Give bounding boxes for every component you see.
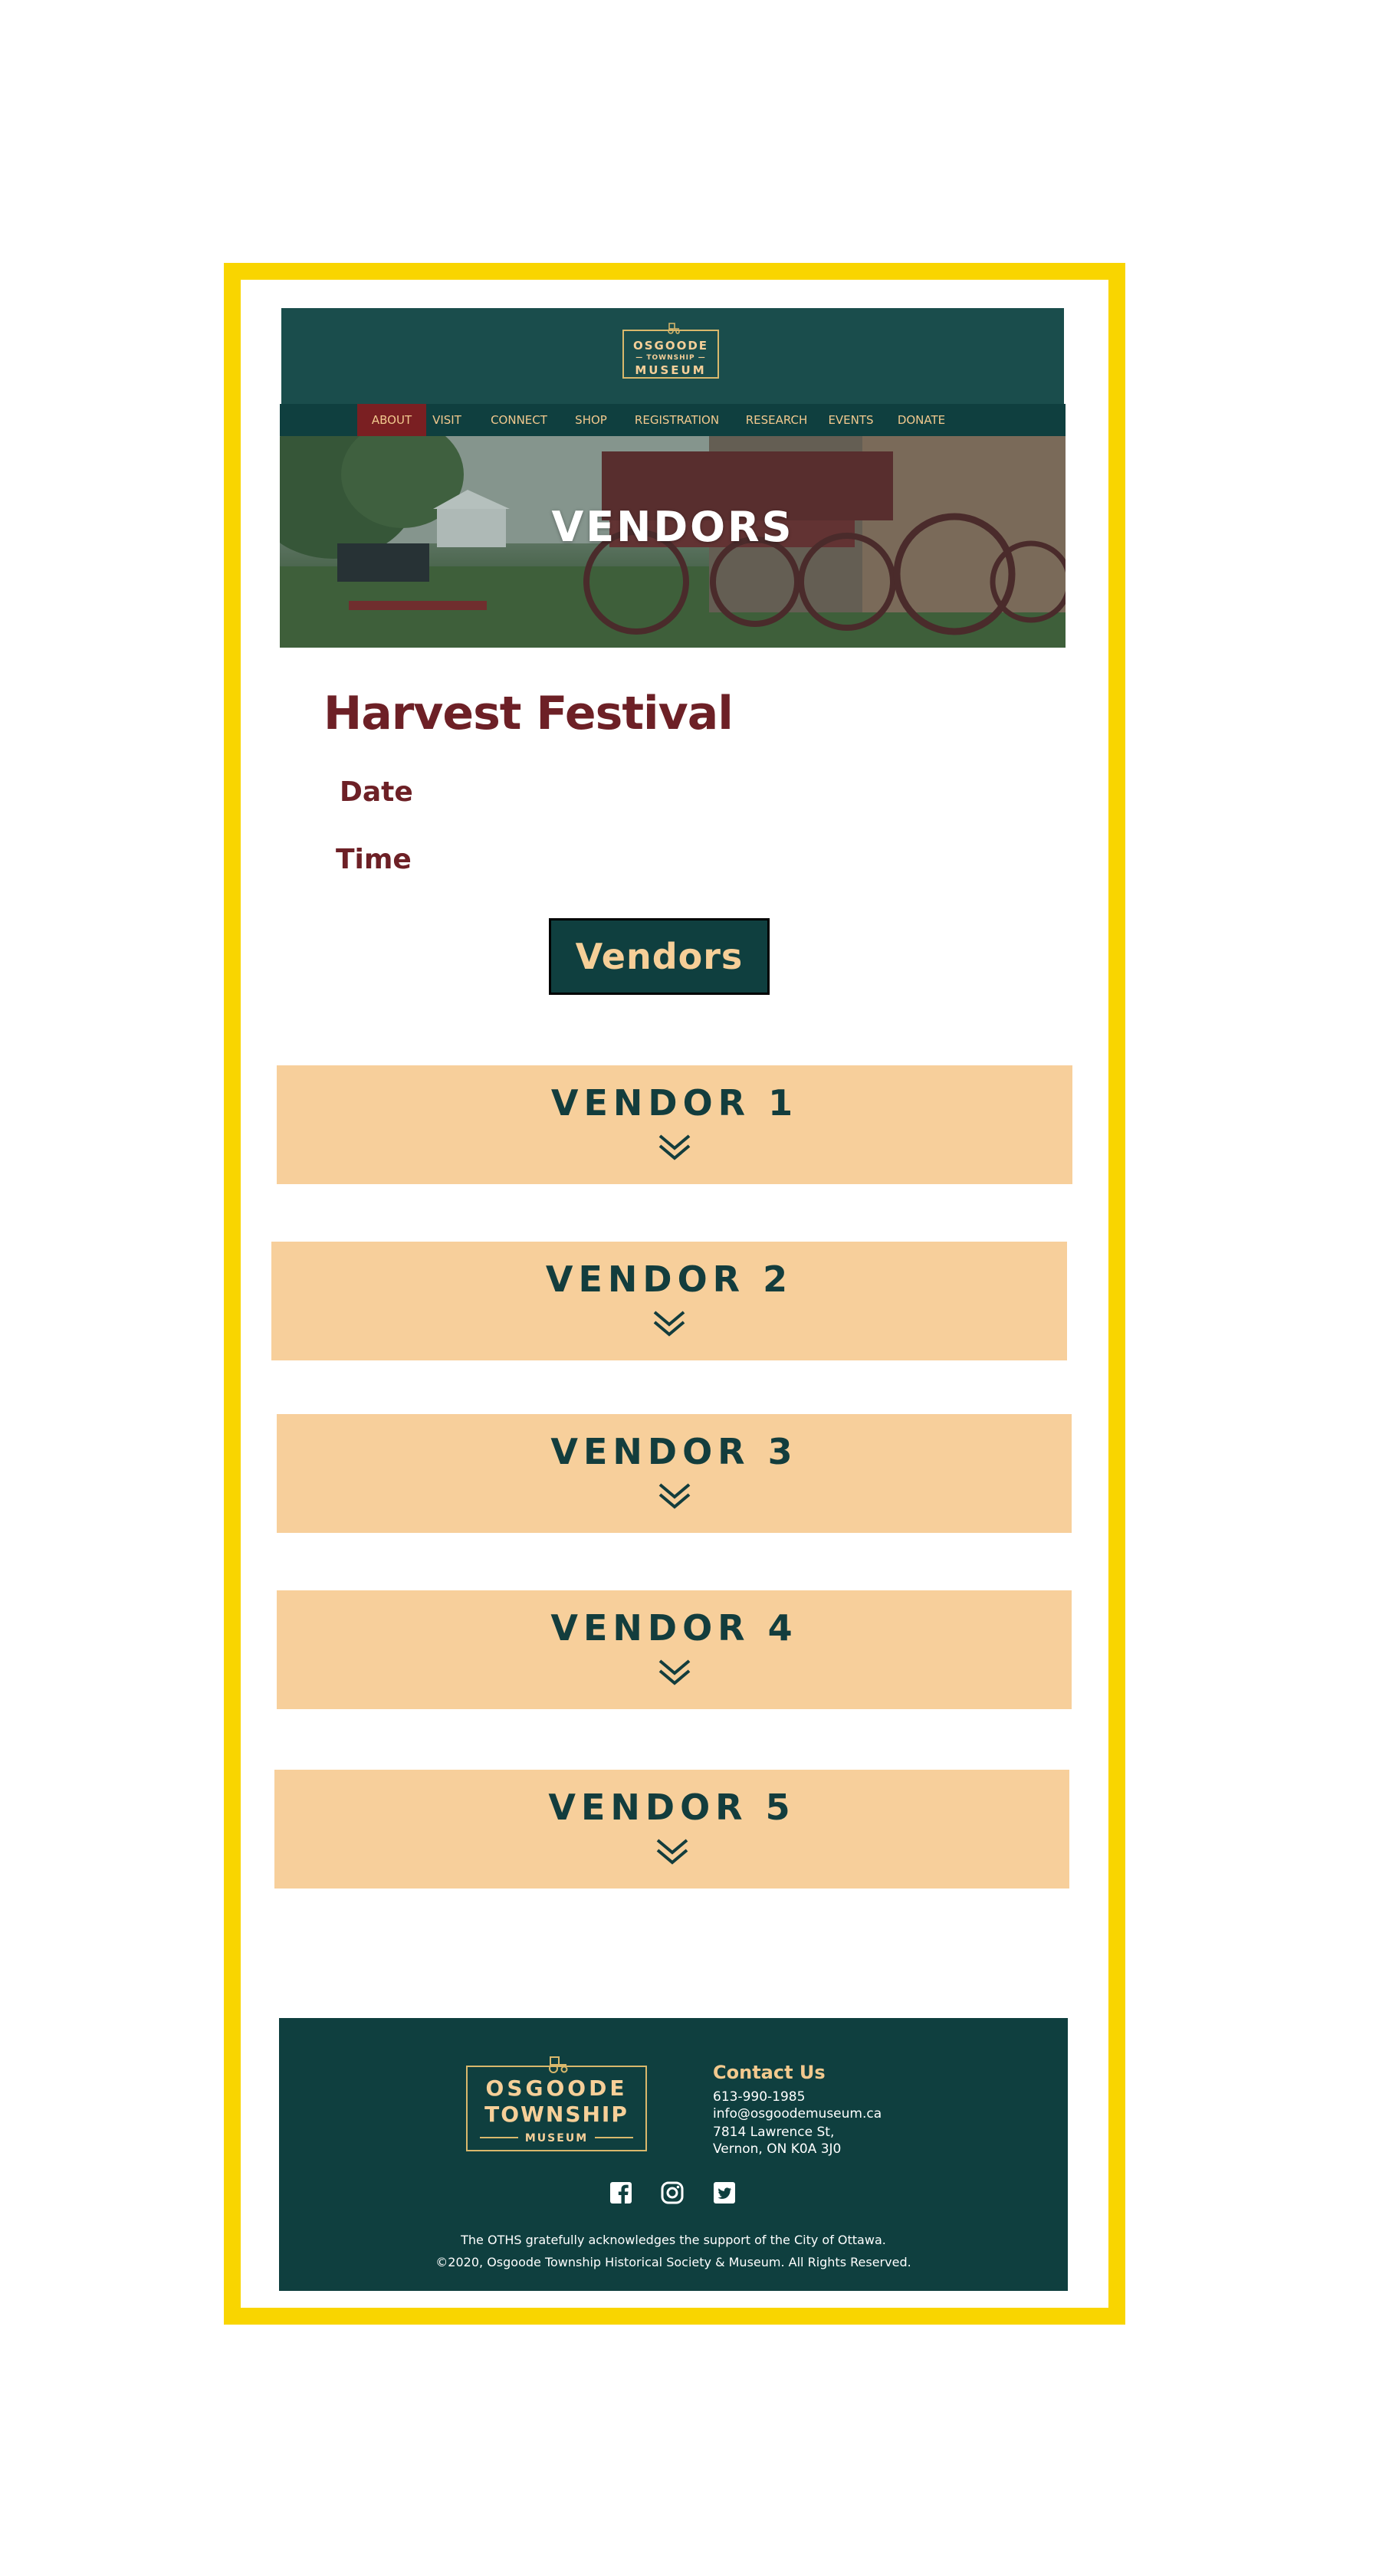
main-nav: ABOUT VISIT CONNECT SHOP REGISTRATION RE…: [280, 404, 1066, 436]
vendor-panel-4[interactable]: VENDOR 4: [277, 1590, 1072, 1709]
event-title: Harvest Festival: [323, 687, 734, 740]
contact-address-line-1: 7814 Lawrence St,: [713, 2125, 835, 2140]
contact-email[interactable]: info@osgoodemuseum.ca: [713, 2106, 882, 2122]
contact-phone[interactable]: 613-990-1985: [713, 2089, 805, 2105]
site-footer: OSGOODE TOWNSHIP MUSEUM Contact Us 613-9…: [279, 2018, 1068, 2291]
logo-rule: [480, 2137, 518, 2138]
footer-logo-line-1: OSGOODE: [485, 2076, 628, 2101]
vendor-panel-3[interactable]: VENDOR 3: [277, 1414, 1072, 1533]
chevron-down-icon: [658, 1483, 690, 1509]
facebook-icon[interactable]: [609, 2181, 632, 2204]
nav-item-about[interactable]: ABOUT: [357, 404, 426, 436]
chevron-down-icon: [656, 1839, 688, 1865]
contact-title: Contact Us: [713, 2062, 826, 2083]
logo-line-3: MUSEUM: [635, 363, 707, 377]
vendor-panel-2[interactable]: VENDOR 2: [271, 1242, 1067, 1360]
site-header: OSGOODE — TOWNSHIP — MUSEUM: [281, 308, 1064, 404]
hero-banner: VENDORS: [280, 436, 1066, 648]
instagram-icon[interactable]: [661, 2181, 684, 2204]
vendor-label: VENDOR 5: [548, 1787, 796, 1828]
chevron-down-icon: [653, 1311, 685, 1337]
tractor-icon: [549, 2056, 568, 2073]
footer-logo-line-3: MUSEUM: [524, 2132, 589, 2144]
footer-logo[interactable]: OSGOODE TOWNSHIP MUSEUM: [466, 2056, 647, 2151]
logo-line-1: OSGOODE: [632, 339, 709, 353]
logo-line-2: — TOWNSHIP —: [635, 354, 706, 362]
vendor-label: VENDOR 4: [550, 1607, 798, 1649]
chevron-down-icon: [658, 1659, 690, 1685]
nav-item-donate[interactable]: DONATE: [893, 404, 950, 436]
nav-item-shop[interactable]: SHOP: [570, 404, 612, 436]
vendor-panel-1[interactable]: VENDOR 1: [277, 1065, 1072, 1184]
vendor-label: VENDOR 3: [550, 1431, 798, 1472]
nav-item-visit[interactable]: VISIT: [429, 404, 465, 436]
vendors-button[interactable]: Vendors: [549, 918, 770, 995]
logo-rule: [595, 2137, 633, 2138]
acknowledgement-text: The OTHS gratefully acknowledges the sup…: [461, 2233, 886, 2247]
museum-logo[interactable]: OSGOODE — TOWNSHIP — MUSEUM: [622, 323, 719, 379]
nav-item-events[interactable]: EVENTS: [826, 404, 876, 436]
copyright-text: ©2020, Osgoode Township Historical Socie…: [435, 2255, 911, 2269]
chevron-down-icon: [658, 1134, 691, 1160]
vendor-panel-5[interactable]: VENDOR 5: [274, 1770, 1069, 1889]
vendor-label: VENDOR 2: [545, 1258, 793, 1300]
contact-address-line-2: Vernon, ON K0A 3J0: [713, 2141, 842, 2157]
footer-logo-line-2: TOWNSHIP: [484, 2102, 629, 2127]
vendor-label: VENDOR 1: [550, 1082, 799, 1124]
nav-item-registration[interactable]: REGISTRATION: [631, 404, 723, 436]
nav-item-connect[interactable]: CONNECT: [485, 404, 553, 436]
nav-item-research[interactable]: RESEARCH: [741, 404, 812, 436]
hero-title: VENDORS: [551, 503, 794, 551]
twitter-icon[interactable]: [713, 2181, 736, 2204]
time-label: Time: [336, 844, 412, 875]
tractor-icon: [668, 323, 680, 334]
date-label: Date: [340, 776, 413, 808]
